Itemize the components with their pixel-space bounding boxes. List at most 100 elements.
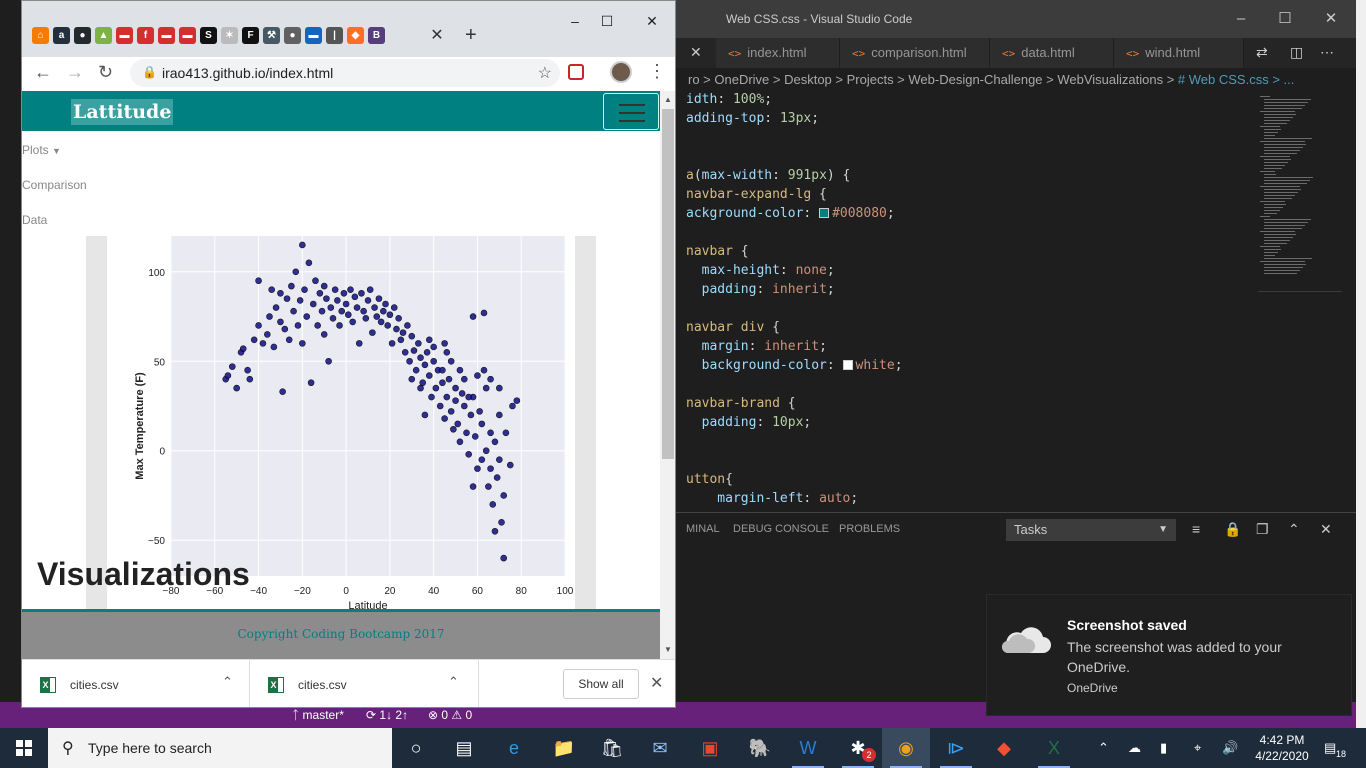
code-line[interactable] bbox=[686, 432, 1256, 451]
notification-center-icon[interactable]: ▤ 18 bbox=[1324, 728, 1346, 768]
scroll-up-icon[interactable]: ▲ bbox=[664, 95, 672, 104]
office-icon[interactable]: ▣ bbox=[686, 728, 734, 768]
code-line[interactable] bbox=[686, 147, 1256, 166]
close-downloads-icon[interactable]: ✕ bbox=[650, 673, 663, 693]
cortana-icon[interactable]: ○ bbox=[392, 728, 440, 768]
task-select[interactable]: Tasks ▼ bbox=[1006, 519, 1176, 541]
tab-terminal[interactable]: MINAL bbox=[686, 523, 720, 535]
file-explorer-icon[interactable]: 📁 bbox=[540, 728, 588, 768]
tab-favicon[interactable]: ◆ bbox=[347, 27, 364, 44]
download-item[interactable]: cities.csv ⌃ bbox=[250, 660, 479, 707]
maximize-icon[interactable]: ☐ bbox=[592, 13, 622, 30]
show-all-button[interactable]: Show all bbox=[563, 669, 639, 699]
code-line[interactable]: padding: inherit; bbox=[686, 280, 1256, 299]
tab-data-html[interactable]: <> data.html bbox=[990, 38, 1114, 68]
clear-icon[interactable]: ≡ bbox=[1192, 521, 1200, 537]
chevron-up-icon[interactable]: ⌃ bbox=[222, 674, 233, 690]
hamburger-button[interactable] bbox=[603, 93, 659, 130]
download-item[interactable]: cities.csv ⌃ bbox=[22, 660, 250, 707]
source-control-icon[interactable]: ⇄ bbox=[1256, 44, 1268, 61]
tab-favicon[interactable]: ⌂ bbox=[32, 27, 49, 44]
code-line[interactable]: navbar-brand { bbox=[686, 394, 1256, 413]
menu-icon[interactable]: ⋮ bbox=[648, 61, 666, 82]
onedrive-icon[interactable]: ☁ bbox=[1128, 728, 1141, 768]
code-line[interactable]: ackground-color: #008080; bbox=[686, 204, 1256, 223]
code-line[interactable]: navbar { bbox=[686, 242, 1256, 261]
tab-favicon[interactable]: ● bbox=[284, 27, 301, 44]
nav-link-comparison[interactable]: Comparison bbox=[22, 178, 87, 192]
forward-icon[interactable]: → bbox=[66, 62, 84, 83]
postgres-icon[interactable]: 🐘 bbox=[736, 728, 784, 768]
code-line[interactable]: margin-left: auto; bbox=[686, 489, 1256, 508]
reload-icon[interactable]: ↻ bbox=[98, 62, 113, 83]
vscode-icon[interactable]: ⧐ bbox=[932, 728, 980, 768]
code-line[interactable] bbox=[686, 299, 1256, 318]
tab-favicon[interactable]: ▬ bbox=[116, 27, 133, 44]
code-line[interactable]: idth: 100%; bbox=[686, 90, 1256, 109]
windows-start-icon[interactable] bbox=[0, 728, 48, 768]
tab-debug-console[interactable]: DEBUG CONSOLE bbox=[733, 523, 829, 535]
battery-icon[interactable]: ▮ bbox=[1160, 728, 1167, 768]
minimize-icon[interactable]: – bbox=[560, 13, 590, 29]
scroll-down-icon[interactable]: ▼ bbox=[664, 645, 672, 654]
close-icon[interactable]: ✕ bbox=[1316, 8, 1346, 30]
slack-icon[interactable]: ✱ 2 bbox=[834, 728, 882, 768]
address-bar[interactable]: 🔒 irao413.github.io/index.html ☆ bbox=[130, 59, 560, 87]
code-line[interactable] bbox=[686, 223, 1256, 242]
nav-link-data[interactable]: Data bbox=[22, 213, 47, 227]
store-icon[interactable]: 🛍 bbox=[588, 728, 636, 768]
task-view-icon[interactable]: ▤ bbox=[440, 728, 488, 768]
mail-icon[interactable]: ✉ bbox=[636, 728, 684, 768]
tab-favicon[interactable]: | bbox=[326, 27, 343, 44]
chrome-icon[interactable]: ◉ bbox=[882, 728, 930, 768]
minimize-icon[interactable]: – bbox=[1226, 8, 1256, 30]
code-line[interactable]: utton{ bbox=[686, 470, 1256, 489]
back-icon[interactable]: ← bbox=[34, 62, 52, 83]
more-actions-icon[interactable]: ⋯ bbox=[1320, 44, 1334, 61]
code-line[interactable]: navbar div { bbox=[686, 318, 1256, 337]
code-editor[interactable]: idth: 100%; adding-top: 13px; a(max-width:… bbox=[676, 90, 1256, 510]
volume-icon[interactable]: 🔊 bbox=[1222, 728, 1238, 768]
avatar[interactable] bbox=[610, 61, 632, 83]
tab-favicon[interactable]: f bbox=[137, 27, 154, 44]
taskbar-search[interactable]: ⚲ Type here to search bbox=[48, 728, 392, 768]
wifi-icon[interactable]: ⌖ bbox=[1194, 728, 1201, 768]
code-line[interactable]: padding: 10px; bbox=[686, 413, 1256, 432]
new-tab-icon[interactable]: + bbox=[465, 24, 477, 47]
star-icon[interactable]: ☆ bbox=[538, 63, 552, 83]
code-line[interactable] bbox=[686, 375, 1256, 394]
tab-favicon[interactable]: ▬ bbox=[179, 27, 196, 44]
tab-favicon[interactable]: B bbox=[368, 27, 385, 44]
tab-comparison-html[interactable]: <> comparison.html bbox=[840, 38, 990, 68]
tab-favicon[interactable]: ▬ bbox=[158, 27, 175, 44]
tab-favicon[interactable]: ⚒ bbox=[263, 27, 280, 44]
code-line[interactable] bbox=[686, 451, 1256, 470]
close-icon[interactable]: ✕ bbox=[637, 13, 667, 30]
editor-scrollbar[interactable] bbox=[1342, 92, 1356, 512]
tab-favicon[interactable]: F bbox=[242, 27, 259, 44]
plot-image[interactable]: −80 −60 −40 −20 0 20 40 60 80 100 −50 0 50 100 Max Tem… bbox=[107, 236, 575, 612]
tab-problems[interactable]: PROBLEMS bbox=[839, 523, 900, 535]
tab-wind-html[interactable]: <> wind.html bbox=[1114, 38, 1244, 68]
close-tab-icon[interactable]: ✕ bbox=[690, 44, 702, 61]
chevron-up-icon[interactable]: ⌃ bbox=[1098, 728, 1109, 768]
code-line[interactable]: adding-top: 13px; bbox=[686, 109, 1256, 128]
tab-favicon[interactable]: ▬ bbox=[305, 27, 322, 44]
maximize-panel-icon[interactable]: ⌃ bbox=[1288, 521, 1300, 538]
code-line[interactable]: navbar-expand-lg { bbox=[686, 185, 1256, 204]
tab-favicon[interactable]: a bbox=[53, 27, 70, 44]
minimap[interactable] bbox=[1258, 92, 1342, 292]
page-scrollbar[interactable]: ▲ ▼ bbox=[660, 91, 675, 659]
code-line[interactable]: background-color: white; bbox=[686, 356, 1256, 375]
close-tab-icon[interactable]: ✕ bbox=[426, 25, 448, 47]
lock-icon[interactable]: 🔒 bbox=[1224, 521, 1241, 538]
system-clock[interactable]: 4:42 PM 4/22/2020 bbox=[1247, 732, 1317, 764]
extension-icon[interactable] bbox=[568, 64, 584, 80]
excel-icon[interactable]: X bbox=[1030, 728, 1078, 768]
tab-index-html[interactable]: <> index.html bbox=[716, 38, 840, 68]
git-icon[interactable]: ◆ bbox=[980, 728, 1028, 768]
chevron-up-icon[interactable]: ⌃ bbox=[448, 674, 459, 690]
split-editor-icon[interactable]: ◫ bbox=[1290, 44, 1303, 61]
scroll-thumb[interactable] bbox=[662, 109, 674, 459]
code-line[interactable]: max-height: none; bbox=[686, 261, 1256, 280]
